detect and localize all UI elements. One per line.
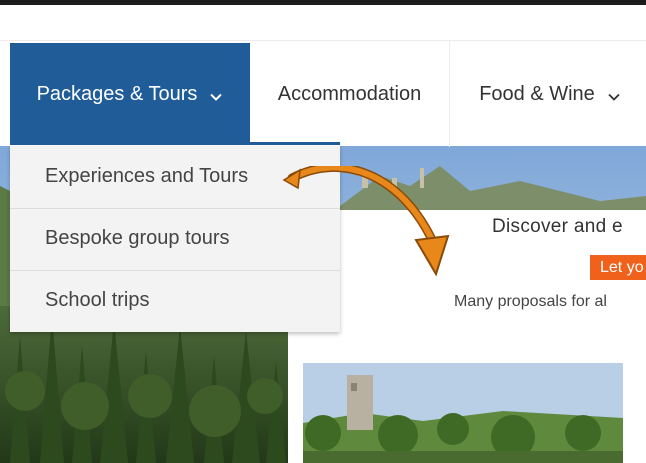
nav-active-underline xyxy=(250,142,340,145)
nav-item-accommodation[interactable]: Accommodation xyxy=(250,41,450,147)
top-bar xyxy=(0,0,646,5)
dropdown-item-label: School trips xyxy=(45,289,150,311)
card-photo[interactable] xyxy=(303,363,623,463)
nav-item-label: Accommodation xyxy=(277,82,422,105)
dropdown-item-label: Bespoke group tours xyxy=(45,227,230,249)
content-card: Discover and e Let yo Many proposals for… xyxy=(288,210,646,463)
packages-tours-dropdown: Experiences and Tours Bespoke group tour… xyxy=(10,146,340,332)
dropdown-item-label: Experiences and Tours xyxy=(45,164,249,187)
card-subheading: Many proposals for al xyxy=(454,293,607,310)
card-tag: Let yo xyxy=(590,255,646,280)
main-navigation: Packages & Tours Accommodation Food & Wi… xyxy=(0,40,646,147)
card-heading: Discover and e xyxy=(492,216,623,237)
nav-item-label: Packages & Tours xyxy=(36,82,198,105)
dropdown-item-experiences-tours[interactable]: Experiences and Tours xyxy=(10,146,340,206)
chevron-down-icon xyxy=(607,87,621,101)
nav-item-label: Food & Wine xyxy=(479,82,595,105)
nav-item-food-wine[interactable]: Food & Wine xyxy=(450,41,646,147)
dropdown-item-bespoke-group-tours[interactable]: Bespoke group tours xyxy=(10,208,340,268)
chevron-down-icon xyxy=(209,87,223,101)
nav-item-packages-tours[interactable]: Packages & Tours xyxy=(10,43,250,145)
dropdown-item-school-trips[interactable]: School trips xyxy=(10,270,340,330)
